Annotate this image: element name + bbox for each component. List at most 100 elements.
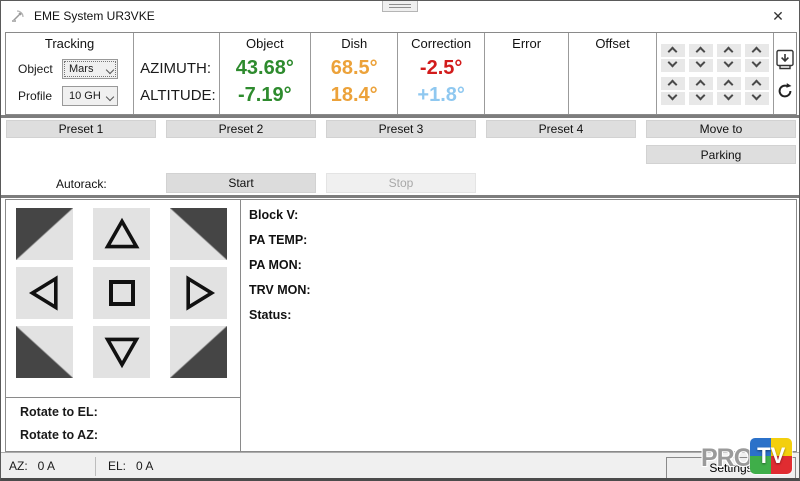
pro-tv-logo-box: TV	[750, 438, 792, 474]
offset-readout-column: Offset	[568, 33, 655, 114]
object-select[interactable]: Mars	[62, 59, 118, 79]
altitude-offset-steppers	[661, 77, 769, 105]
object-select-value: Mars	[69, 63, 93, 75]
offset-down-icon[interactable]	[689, 92, 713, 105]
offset-up-icon[interactable]	[661, 44, 685, 57]
offset-azimuth-value	[569, 55, 655, 82]
move-to-button[interactable]: Move to	[646, 120, 796, 138]
move-up-left-button[interactable]	[16, 208, 73, 260]
error-altitude-value	[485, 82, 568, 109]
error-azimuth-value	[485, 55, 568, 82]
move-up-right-button[interactable]	[170, 208, 227, 260]
move-left-button[interactable]	[16, 267, 73, 319]
az-current-label: AZ:	[9, 459, 28, 473]
move-up-button[interactable]	[93, 208, 150, 260]
offset-column-header: Offset	[569, 33, 655, 55]
rotate-to-az-label: Rotate to AZ:	[20, 428, 240, 451]
offset-up-icon[interactable]	[689, 77, 713, 90]
offset-altitude-value	[569, 82, 655, 109]
app-antenna-icon	[10, 8, 26, 24]
error-column-header: Error	[485, 33, 568, 55]
preset-3-button[interactable]: Preset 3	[326, 120, 476, 138]
pro-tv-watermark: PRO TV	[701, 438, 792, 474]
object-altitude-value: -7.19°	[220, 82, 310, 109]
axis-label-column: AZIMUTH: ALTITUDE:	[133, 33, 218, 114]
pa-mon-label: PA MON:	[249, 258, 796, 283]
close-icon[interactable]: ✕	[757, 1, 799, 31]
stop-motion-button[interactable]	[93, 267, 150, 319]
azimuth-offset-steppers	[661, 44, 769, 72]
azimuth-row-label: AZIMUTH:	[134, 55, 218, 82]
trv-mon-label: TRV MON:	[249, 283, 796, 308]
correction-azimuth-value: -2.5°	[398, 55, 483, 82]
save-to-file-icon[interactable]	[774, 48, 796, 72]
autotrack-stop-button[interactable]: Stop	[326, 173, 476, 193]
statusbar-divider	[95, 457, 96, 476]
dish-readout-column: Dish 68.5° 18.4°	[310, 33, 397, 114]
profile-select-value: 10 GH	[69, 90, 101, 102]
profile-label: Profile	[6, 89, 62, 103]
move-down-left-button[interactable]	[16, 326, 73, 378]
offset-up-icon[interactable]	[689, 44, 713, 57]
altitude-row-label: ALTITUDE:	[134, 82, 218, 109]
offset-down-icon[interactable]	[717, 59, 741, 72]
move-right-button[interactable]	[170, 267, 227, 319]
correction-readout-column: Correction -2.5° +1.8°	[397, 33, 483, 114]
direction-pad	[16, 208, 227, 378]
parking-button[interactable]: Parking	[646, 145, 796, 164]
offset-down-icon[interactable]	[717, 92, 741, 105]
correction-altitude-value: +1.8°	[398, 82, 483, 109]
dish-altitude-value: 18.4°	[311, 82, 397, 109]
tracking-group: Tracking Object Mars Profile 10 GH	[6, 33, 133, 114]
offset-up-icon[interactable]	[717, 77, 741, 90]
status-bar: AZ: 0 A EL: 0 A Settings	[1, 452, 800, 479]
object-azimuth-value: 43.68°	[220, 55, 310, 82]
pro-tv-logo-text: PRO	[701, 444, 752, 473]
autotrack-label: Autorack:	[56, 177, 107, 191]
dish-azimuth-value: 68.5°	[311, 55, 397, 82]
panel-tools-column	[773, 33, 796, 114]
status-label: Status:	[249, 308, 796, 333]
preset-4-button[interactable]: Preset 4	[486, 120, 636, 138]
preset-1-button[interactable]: Preset 1	[6, 120, 156, 138]
block-v-label: Block V:	[249, 208, 796, 233]
el-current-value: 0 A	[136, 459, 153, 473]
move-down-button[interactable]	[93, 326, 150, 378]
rotate-to-el-label: Rotate to EL:	[20, 405, 240, 428]
window-grip-handle[interactable]	[382, 1, 418, 12]
section-divider	[1, 195, 800, 198]
window-title: EME System UR3VKE	[34, 9, 155, 23]
az-current-value: 0 A	[38, 459, 55, 473]
profile-select[interactable]: 10 GH	[62, 86, 118, 106]
offset-down-icon[interactable]	[745, 92, 769, 105]
offset-up-icon[interactable]	[745, 44, 769, 57]
preset-2-button[interactable]: Preset 2	[166, 120, 316, 138]
chevron-down-icon	[106, 92, 114, 100]
section-divider	[1, 115, 800, 118]
title-bar: EME System UR3VKE ✕	[1, 1, 799, 31]
el-current-label: EL:	[108, 459, 126, 473]
object-column-header: Object	[220, 33, 310, 55]
manual-control-panel: Rotate to EL: Rotate to AZ:	[5, 199, 241, 452]
app-window: EME System UR3VKE ✕ Tracking Object Mars…	[0, 0, 800, 481]
correction-column-header: Correction	[398, 33, 483, 55]
tracking-panel: Tracking Object Mars Profile 10 GH AZIMU…	[5, 32, 797, 115]
object-readout-column: Object 43.68° -7.19°	[219, 33, 310, 114]
chevron-down-icon	[106, 65, 114, 73]
refresh-icon[interactable]	[776, 82, 794, 100]
pa-temp-label: PA TEMP:	[249, 233, 796, 258]
offset-up-icon[interactable]	[661, 77, 685, 90]
move-down-right-button[interactable]	[170, 326, 227, 378]
offset-down-icon[interactable]	[689, 59, 713, 72]
rotate-to-box: Rotate to EL: Rotate to AZ:	[6, 397, 240, 451]
autotrack-start-button[interactable]: Start	[166, 173, 316, 193]
offset-up-icon[interactable]	[717, 44, 741, 57]
offset-down-icon[interactable]	[661, 59, 685, 72]
pro-tv-logo-tv-text: TV	[750, 438, 792, 474]
offset-down-icon[interactable]	[745, 59, 769, 72]
offset-up-icon[interactable]	[745, 77, 769, 90]
offset-adjust-column	[656, 33, 773, 114]
offset-down-icon[interactable]	[661, 92, 685, 105]
error-readout-column: Error	[484, 33, 568, 114]
object-label: Object	[6, 62, 62, 76]
